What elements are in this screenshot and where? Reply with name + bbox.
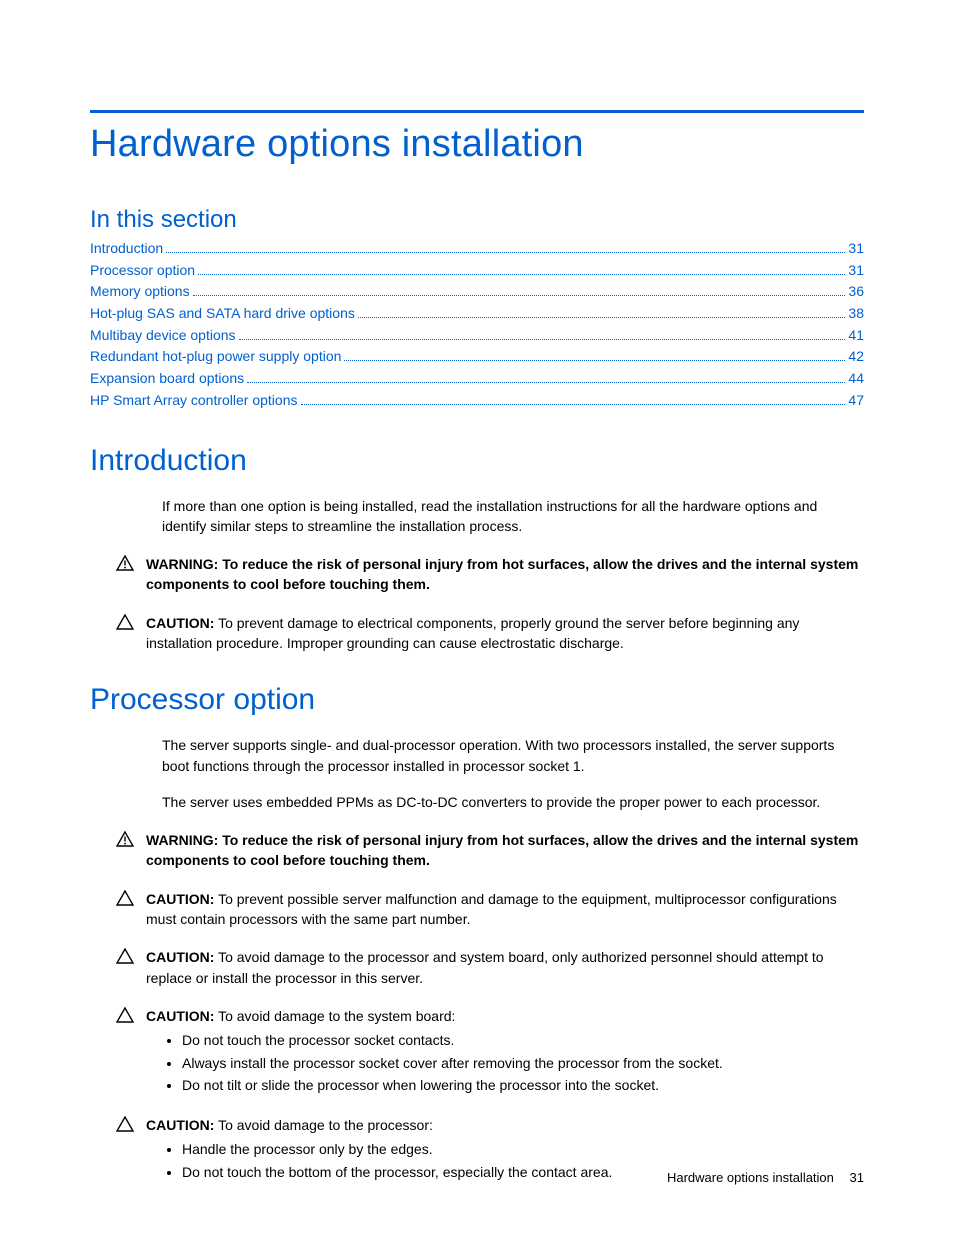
toc-leader: [247, 370, 845, 384]
toc-row[interactable]: Multibay device options 41: [90, 325, 864, 347]
warning-label: WARNING:: [146, 556, 218, 572]
caution-label: CAUTION:: [146, 891, 214, 907]
toc-label: Processor option: [90, 260, 195, 282]
toc-label: Multibay device options: [90, 325, 236, 347]
section-heading-processor-option: Processor option: [90, 683, 864, 717]
caution-icon: [116, 1006, 136, 1023]
toc-leader: [193, 283, 846, 297]
caution-label: CAUTION:: [146, 1117, 214, 1133]
in-this-section-heading: In this section: [90, 206, 864, 234]
toc-row[interactable]: Redundant hot-plug power supply option 4…: [90, 346, 864, 368]
toc-leader: [166, 239, 845, 253]
toc-leader: [301, 391, 846, 405]
toc-row[interactable]: Introduction 31: [90, 238, 864, 260]
caution-text: To avoid damage to the system board:: [214, 1008, 455, 1024]
toc-row[interactable]: Memory options 36: [90, 281, 864, 303]
intro-paragraph: If more than one option is being install…: [162, 496, 864, 537]
caution-label: CAUTION:: [146, 949, 214, 965]
warning-label: WARNING:: [146, 832, 218, 848]
page-title: Hardware options installation: [90, 123, 864, 166]
caution-notice: CAUTION: To avoid damage to the system b…: [116, 1006, 864, 1097]
toc-page: 42: [848, 346, 864, 368]
toc-page: 31: [848, 260, 864, 282]
toc-label: Redundant hot-plug power supply option: [90, 346, 341, 368]
caution-text: To avoid damage to the processor and sys…: [146, 949, 824, 985]
toc-row[interactable]: Hot-plug SAS and SATA hard drive options…: [90, 303, 864, 325]
footer-text: Hardware options installation: [667, 1170, 834, 1185]
toc-label: Memory options: [90, 281, 190, 303]
page-footer: Hardware options installation 31: [667, 1170, 864, 1185]
toc-label: HP Smart Array controller options: [90, 390, 298, 412]
top-rule: [90, 110, 864, 113]
toc-page: 44: [848, 368, 864, 390]
warning-text: To reduce the risk of personal injury fr…: [146, 832, 858, 868]
caution-notice: CAUTION: To avoid damage to the processo…: [116, 947, 864, 988]
caution-text: To avoid damage to the processor:: [214, 1117, 432, 1133]
warning-text: To reduce the risk of personal injury fr…: [146, 556, 858, 592]
toc-leader: [344, 348, 845, 362]
warning-icon: [116, 554, 136, 571]
caution-icon: [116, 613, 136, 630]
toc-row[interactable]: HP Smart Array controller options 47: [90, 390, 864, 412]
page-container: Hardware options installation In this se…: [0, 0, 954, 1235]
toc-page: 31: [848, 238, 864, 260]
warning-notice: WARNING: To reduce the risk of personal …: [116, 554, 864, 595]
section-heading-introduction: Introduction: [90, 444, 864, 478]
toc-label: Introduction: [90, 238, 163, 260]
table-of-contents: Introduction 31 Processor option 31 Memo…: [90, 238, 864, 412]
toc-leader: [198, 261, 845, 275]
toc-page: 38: [848, 303, 864, 325]
warning-notice: WARNING: To reduce the risk of personal …: [116, 830, 864, 871]
toc-leader: [358, 304, 846, 318]
toc-leader: [239, 326, 846, 340]
processor-paragraph-1: The server supports single- and dual-pro…: [162, 735, 864, 776]
caution-text: To prevent possible server malfunction a…: [146, 891, 837, 927]
caution-icon: [116, 889, 136, 906]
caution-notice: CAUTION: To prevent damage to electrical…: [116, 613, 864, 654]
caution-notice: CAUTION: To prevent possible server malf…: [116, 889, 864, 930]
page-number: 31: [850, 1170, 864, 1185]
toc-row[interactable]: Expansion board options 44: [90, 368, 864, 390]
toc-page: 47: [848, 390, 864, 412]
caution-icon: [116, 1115, 136, 1132]
warning-icon: [116, 830, 136, 847]
toc-label: Expansion board options: [90, 368, 244, 390]
toc-page: 41: [848, 325, 864, 347]
toc-row[interactable]: Processor option 31: [90, 260, 864, 282]
caution-icon: [116, 947, 136, 964]
toc-label: Hot-plug SAS and SATA hard drive options: [90, 303, 355, 325]
list-item: Always install the processor socket cove…: [182, 1053, 864, 1073]
caution-label: CAUTION:: [146, 615, 214, 631]
toc-page: 36: [848, 281, 864, 303]
list-item: Do not tilt or slide the processor when …: [182, 1075, 864, 1095]
list-item: Handle the processor only by the edges.: [182, 1139, 864, 1159]
caution-text: To prevent damage to electrical componen…: [146, 615, 799, 651]
list-item: Do not touch the processor socket contac…: [182, 1030, 864, 1050]
caution-list: Do not touch the processor socket contac…: [182, 1030, 864, 1095]
processor-paragraph-2: The server uses embedded PPMs as DC-to-D…: [162, 792, 864, 812]
caution-label: CAUTION:: [146, 1008, 214, 1024]
